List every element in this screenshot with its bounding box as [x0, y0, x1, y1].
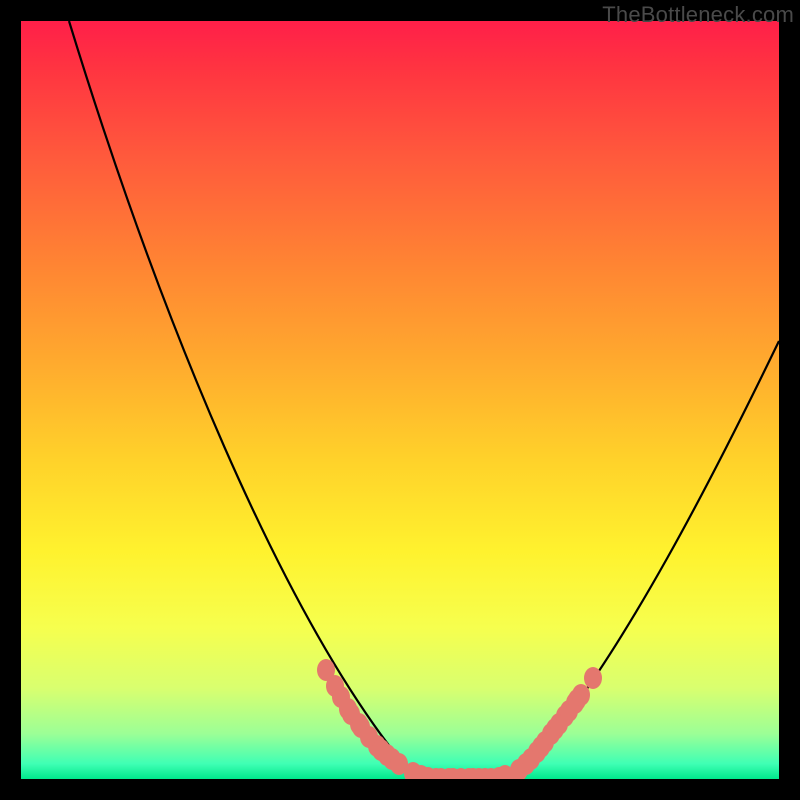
bottleneck-curve — [69, 21, 779, 779]
markers-left — [317, 659, 408, 775]
data-marker — [584, 667, 602, 689]
markers-bottom — [404, 762, 514, 779]
chart-svg — [21, 21, 779, 779]
chart-area — [21, 21, 779, 779]
data-marker — [572, 684, 590, 706]
watermark-text: TheBottleneck.com — [602, 2, 794, 28]
markers-right — [510, 667, 602, 779]
